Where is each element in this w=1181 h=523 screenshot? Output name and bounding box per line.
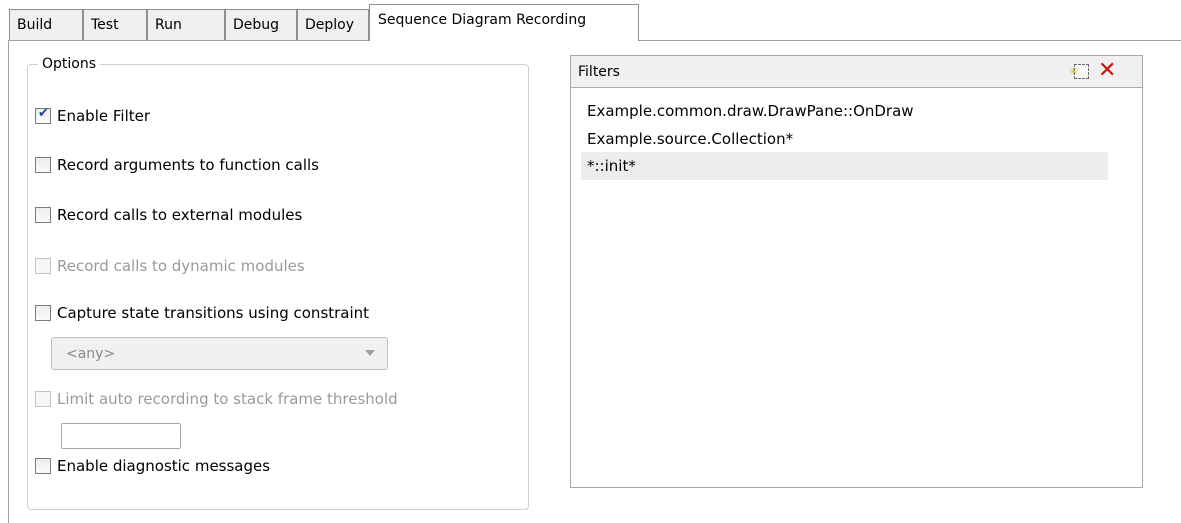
filter-list-item[interactable]: *::init* xyxy=(581,152,1108,180)
tab-sequence-diagram-recording[interactable]: Sequence Diagram Recording xyxy=(369,4,639,41)
delete-icon[interactable]: ✕ xyxy=(1098,58,1116,84)
enable-diagnostic-option[interactable]: Enable diagnostic messages xyxy=(35,455,270,477)
capture-state-checkbox[interactable] xyxy=(35,305,51,321)
tab-strip: Build Test Run Debug Deploy Sequence Dia… xyxy=(0,0,1181,41)
enable-filter-checkbox[interactable] xyxy=(35,106,51,124)
record-arguments-option[interactable]: Record arguments to function calls xyxy=(35,154,319,176)
constraint-select-value: <any> xyxy=(66,345,116,362)
record-external-label: Record calls to external modules xyxy=(57,206,303,224)
limit-recording-label: Limit auto recording to stack frame thre… xyxy=(57,390,398,408)
threshold-input[interactable] xyxy=(61,423,181,449)
tab-deploy[interactable]: Deploy xyxy=(297,9,369,40)
tab-run[interactable]: Run xyxy=(147,9,225,40)
enable-filter-option[interactable]: Enable Filter xyxy=(35,105,150,127)
filters-title: Filters xyxy=(578,64,620,80)
enable-diagnostic-label: Enable diagnostic messages xyxy=(57,457,271,475)
capture-state-label: Capture state transitions using constrai… xyxy=(57,304,370,322)
record-dynamic-checkbox xyxy=(35,258,51,274)
tab-build[interactable]: Build xyxy=(9,9,83,40)
record-dynamic-label: Record calls to dynamic modules xyxy=(57,257,305,275)
record-external-checkbox[interactable] xyxy=(35,207,51,223)
record-dynamic-option: Record calls to dynamic modules xyxy=(35,255,305,277)
filters-panel: Filters ✕ Example.common.draw.DrawPane::… xyxy=(570,55,1143,488)
tab-test[interactable]: Test xyxy=(83,9,147,40)
capture-state-option[interactable]: Capture state transitions using constrai… xyxy=(35,302,369,324)
enable-diagnostic-checkbox[interactable] xyxy=(35,458,51,474)
options-group-title: Options xyxy=(38,55,101,73)
panel-left-border xyxy=(8,40,9,523)
chevron-down-icon xyxy=(365,350,375,356)
record-external-option[interactable]: Record calls to external modules xyxy=(35,204,302,226)
filter-list-item[interactable]: Example.common.draw.DrawPane::OnDraw xyxy=(581,97,1108,125)
enable-filter-label: Enable Filter xyxy=(57,107,151,125)
tab-debug[interactable]: Debug xyxy=(225,9,297,40)
limit-recording-option: Limit auto recording to stack frame thre… xyxy=(35,388,398,410)
constraint-select: <any> xyxy=(51,337,388,370)
record-arguments-checkbox[interactable] xyxy=(35,157,51,173)
filter-list-item[interactable]: Example.source.Collection* xyxy=(581,125,1108,153)
new-item-icon[interactable] xyxy=(1069,56,1089,88)
filters-header: Filters ✕ xyxy=(571,56,1142,88)
record-arguments-label: Record arguments to function calls xyxy=(57,156,319,174)
limit-recording-checkbox xyxy=(35,391,51,407)
